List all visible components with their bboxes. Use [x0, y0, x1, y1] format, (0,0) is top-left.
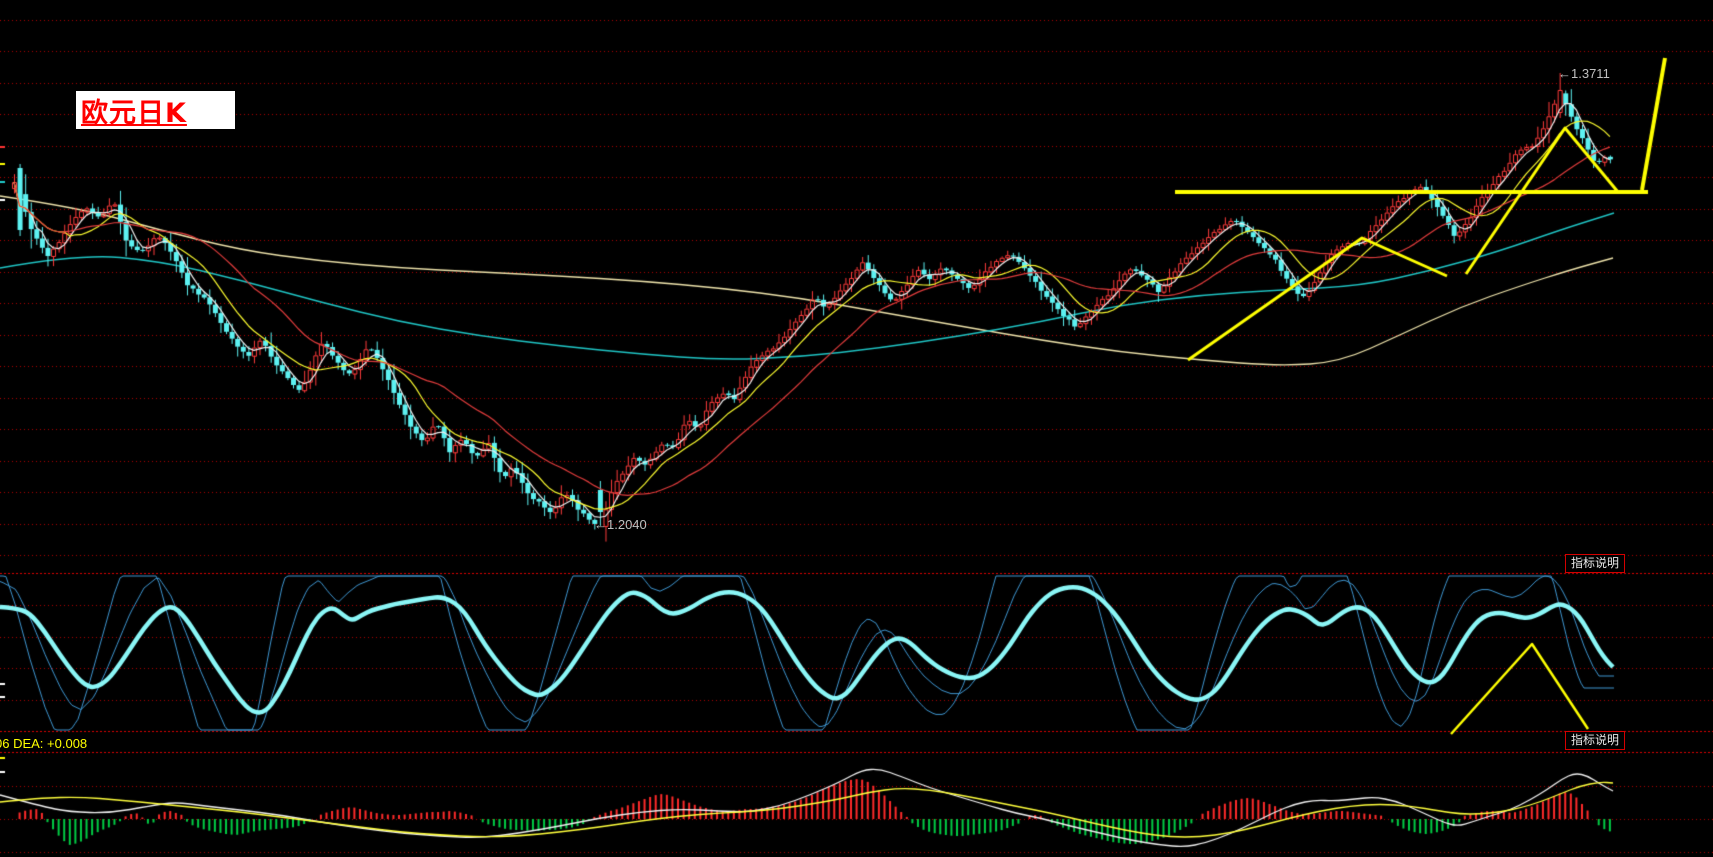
price-annotation-low: ←1.2040 [594, 517, 647, 532]
symbol-label-text: 欧元日K [81, 97, 187, 129]
chart-canvas[interactable] [0, 0, 1713, 857]
price-annotation-high: ←1.3711 [1558, 66, 1610, 81]
indicator-info-button-macd[interactable]: 指标说明 [1565, 731, 1626, 750]
macd-readout: 06 DEA: +0.008 [0, 736, 88, 751]
indicator-info-button-oscillator[interactable]: 指标说明 [1565, 554, 1626, 573]
trading-chart-screen: 欧元日K ←1.3711 ←1.2040 指标说明 指标说明 06 DEA: +… [0, 0, 1713, 857]
symbol-label: 欧元日K [76, 91, 235, 129]
